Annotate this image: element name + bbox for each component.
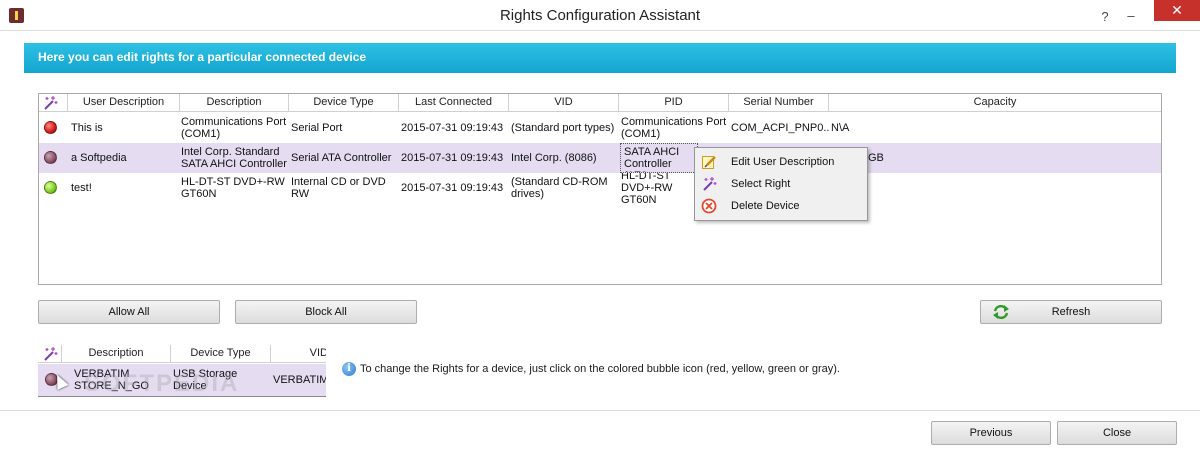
- usb-table-row[interactable]: VERBATIM STORE_N_GO USB Storage Device V…: [38, 364, 326, 396]
- header-device-type[interactable]: Device Type: [289, 94, 399, 112]
- allow-all-button[interactable]: Allow All: [38, 300, 220, 324]
- cell-last-connected: 2015-07-31 09:19:43: [401, 182, 504, 194]
- status-bubble-gray[interactable]: [44, 151, 57, 164]
- cell-last-connected: 2015-07-31 09:19:43: [401, 122, 504, 134]
- table-row-selected[interactable]: a Softpedia Intel Corp. Standard SATA AH…: [39, 143, 1161, 173]
- table-row[interactable]: test! HL-DT-ST DVD+-RW GT60N Internal CD…: [39, 173, 1161, 203]
- table-row[interactable]: This is Communications Port (COM1) Seria…: [39, 113, 1161, 143]
- cell-serial-number: COM_ACPI_PNP0...: [731, 122, 829, 134]
- select-right-column-header[interactable]: [39, 94, 68, 112]
- menu-item-delete-device[interactable]: Delete Device: [697, 195, 865, 217]
- menu-item-select-right[interactable]: Select Right: [697, 173, 865, 195]
- header-description[interactable]: Description: [62, 345, 171, 363]
- cell-vid: Intel Corp. (8086): [511, 152, 597, 164]
- menu-item-edit-user-description[interactable]: Edit User Description: [697, 151, 865, 173]
- minimize-button[interactable]: –: [1118, 4, 1144, 26]
- info-hint: i To change the Rights for a device, jus…: [342, 362, 840, 376]
- wand-icon: [703, 177, 717, 191]
- cell-device-type: USB Storage Device: [173, 368, 238, 392]
- cell-capacity: N\A: [831, 122, 850, 134]
- title-bar: Rights Configuration Assistant ? – ✕: [0, 0, 1200, 31]
- refresh-label: Refresh: [1051, 306, 1091, 318]
- header-user-description[interactable]: User Description: [68, 94, 180, 112]
- refresh-button[interactable]: Refresh: [980, 300, 1162, 324]
- header-serial-number[interactable]: Serial Number: [729, 94, 829, 112]
- cell-pid: Standard SATA AHCI Controller (1E0: [620, 143, 698, 173]
- grid-header: User Description Description Device Type…: [39, 94, 1161, 112]
- cell-pid: Communications Port (COM1): [621, 116, 727, 140]
- context-menu[interactable]: Edit User Description Select Right Delet…: [694, 147, 868, 221]
- help-button[interactable]: ?: [1092, 5, 1118, 27]
- header-pid[interactable]: PID: [619, 94, 729, 112]
- cell-vid: (Standard port types): [511, 122, 615, 134]
- cell-device-type: Serial ATA Controller: [291, 152, 392, 164]
- header-vid[interactable]: VID: [271, 345, 326, 363]
- edit-icon: [702, 156, 716, 169]
- cell-last-connected: 2015-07-31 09:19:43: [401, 152, 504, 164]
- delete-icon: [701, 198, 717, 214]
- wand-icon: [44, 96, 58, 110]
- select-right-column-header[interactable]: [38, 345, 62, 363]
- cell-device-type: Serial Port: [291, 122, 343, 134]
- refresh-icon: [993, 304, 1009, 320]
- close-button[interactable]: Close: [1057, 421, 1177, 445]
- menu-label: Delete Device: [731, 200, 800, 212]
- cell-user-description: a Softpedia: [71, 152, 127, 164]
- footer-divider: [0, 410, 1200, 411]
- info-text: To change the Rights for a device, just …: [360, 363, 840, 375]
- device-grid[interactable]: User Description Description Device Type…: [38, 93, 1162, 285]
- cell-pid: HL-DT-ST DVD+-RW GT60N: [621, 173, 673, 203]
- wand-icon: [44, 347, 58, 361]
- header-banner: Here you can edit rights for a particula…: [24, 43, 1176, 73]
- close-window-button[interactable]: ✕: [1154, 0, 1200, 21]
- status-bubble-red[interactable]: [44, 121, 57, 134]
- cell-user-description: test!: [71, 182, 92, 194]
- header-capacity[interactable]: Capacity: [829, 94, 1161, 112]
- cell-device-type: Internal CD or DVD RW: [291, 176, 386, 200]
- cell-description: VERBATIM STORE_N_GO: [74, 368, 149, 392]
- menu-label: Edit User Description: [731, 156, 835, 168]
- cell-vid: VERBATIM: [273, 374, 326, 386]
- header-device-type[interactable]: Device Type: [171, 345, 271, 363]
- cell-description: HL-DT-ST DVD+-RW GT60N: [181, 176, 285, 200]
- cell-user-description: This is: [71, 122, 103, 134]
- info-icon: i: [342, 362, 356, 376]
- window-title: Rights Configuration Assistant: [499, 7, 701, 24]
- usb-table-header: Description Device Type VID: [38, 345, 326, 363]
- menu-label: Select Right: [731, 178, 791, 190]
- previous-button[interactable]: Previous: [931, 421, 1051, 445]
- status-bubble-green[interactable]: [44, 181, 57, 194]
- header-last-connected[interactable]: Last Connected: [399, 94, 509, 112]
- header-vid[interactable]: VID: [509, 94, 619, 112]
- cell-description: Intel Corp. Standard SATA AHCI Controlle…: [181, 146, 287, 170]
- block-all-button[interactable]: Block All: [235, 300, 417, 324]
- usb-device-table[interactable]: Description Device Type VID VERBATIM STO…: [38, 345, 326, 397]
- header-description[interactable]: Description: [180, 94, 289, 112]
- cell-vid: (Standard CD-ROM drives): [511, 176, 608, 200]
- cell-description: Communications Port (COM1): [181, 116, 287, 140]
- cell-capacity: GB: [868, 152, 884, 164]
